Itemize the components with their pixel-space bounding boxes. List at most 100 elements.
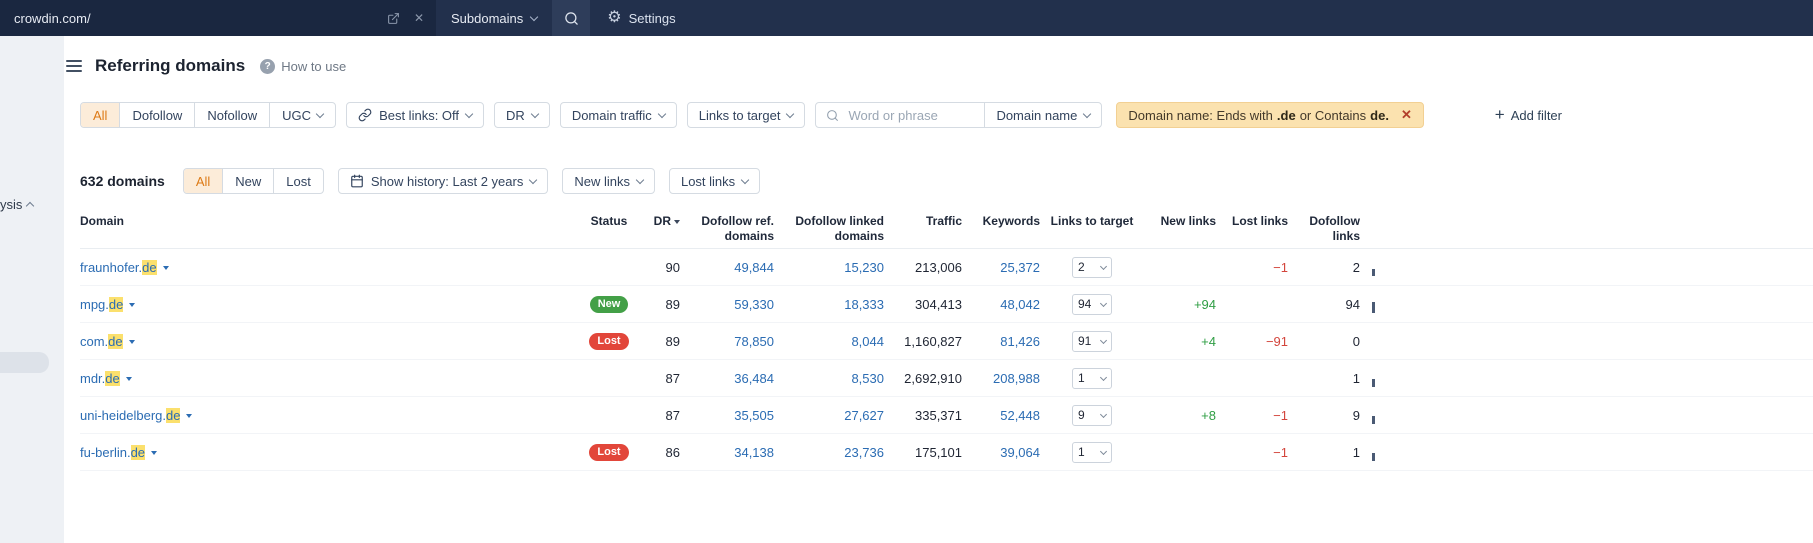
col-header-status[interactable]: Status	[580, 214, 638, 229]
domain-dropdown-caret-icon[interactable]	[128, 340, 135, 344]
history-bar	[1372, 416, 1375, 424]
dofollow-linked-domains-value[interactable]: 27,627	[774, 408, 884, 423]
status-segment-new[interactable]: New	[222, 169, 273, 193]
domain-dropdown-caret-icon[interactable]	[125, 377, 132, 381]
history-bar	[1372, 453, 1375, 461]
keywords-value[interactable]: 25,372	[962, 260, 1040, 275]
sidebar-partial-item[interactable]: ysis	[0, 197, 35, 212]
links-to-target-select[interactable]: 1	[1072, 441, 1112, 463]
show-history-button[interactable]: Show history: Last 2 years	[337, 168, 549, 194]
best-links-button[interactable]: Best links: Off	[346, 102, 485, 128]
dofollow-ref-domains-value[interactable]: 35,505	[680, 408, 774, 423]
word-search-input[interactable]	[846, 106, 975, 124]
links-to-target-select[interactable]: 9	[1072, 404, 1112, 426]
segment-ugc[interactable]: UGC	[269, 103, 335, 127]
col-header-dofollow-linked-domains[interactable]: Dofollow linked domains	[774, 214, 884, 244]
links-to-target-select[interactable]: 94	[1072, 293, 1112, 315]
keywords-value[interactable]: 39,064	[962, 445, 1040, 460]
domain-highlight: de	[142, 259, 157, 275]
domain-link[interactable]: fraunhofer.de	[80, 259, 157, 275]
dofollow-linked-domains-value[interactable]: 18,333	[774, 297, 884, 312]
new-links-dropdown[interactable]: New links	[562, 168, 655, 194]
subdomains-dropdown[interactable]: Subdomains	[436, 0, 552, 36]
chevron-down-icon	[1099, 447, 1108, 455]
domain-link[interactable]: fu-berlin.de	[80, 444, 146, 460]
keywords-value[interactable]: 81,426	[962, 334, 1040, 349]
dofollow-ref-domains-value[interactable]: 34,138	[680, 445, 774, 460]
col-header-domain[interactable]: Domain	[80, 214, 580, 229]
domain-traffic-filter-button[interactable]: Domain traffic	[559, 102, 677, 128]
referring-domains-table: Domain Status DR Dofollow ref. domains D…	[80, 214, 1813, 471]
col-header-lost-links[interactable]: Lost links	[1216, 214, 1288, 229]
segment-dofollow[interactable]: Dofollow	[119, 103, 194, 127]
domain-text: mpg.	[80, 296, 109, 312]
table-row: com.de Lost 89 78,850 8,044 1,160,827 81…	[80, 323, 1813, 360]
col-header-links-to-target[interactable]: Links to target	[1040, 214, 1144, 229]
dofollow-ref-domains-value[interactable]: 49,844	[680, 260, 774, 275]
word-search-box	[816, 103, 984, 127]
dr-value: 89	[665, 333, 680, 349]
open-external-link-icon[interactable]	[387, 12, 400, 25]
links-to-target-cell: 1	[1040, 441, 1144, 463]
search-icon	[565, 11, 578, 25]
menu-icon[interactable]	[66, 60, 82, 72]
dofollow-ref-domains-value[interactable]: 59,330	[680, 297, 774, 312]
how-to-use-button[interactable]: ? How to use	[260, 58, 346, 74]
domain-link[interactable]: com.de	[80, 333, 123, 349]
segment-ugc-label: UGC	[282, 107, 312, 123]
domain-highlight: de	[105, 370, 120, 386]
sidebar-partial-label: ysis	[0, 197, 23, 212]
dofollow-ref-domains-value[interactable]: 78,850	[680, 334, 774, 349]
link-icon	[358, 108, 372, 122]
dofollow-linked-domains-value[interactable]: 23,736	[774, 445, 884, 460]
traffic-value: 2,692,910	[904, 370, 962, 386]
table-header-row: Domain Status DR Dofollow ref. domains D…	[80, 214, 1813, 249]
col-header-new-links[interactable]: New links	[1144, 214, 1216, 229]
domain-dropdown-caret-icon[interactable]	[151, 451, 158, 455]
links-to-target-select[interactable]: 91	[1072, 330, 1112, 352]
domain-link[interactable]: mpg.de	[80, 296, 124, 312]
dofollow-linked-domains-value[interactable]: 8,044	[774, 334, 884, 349]
segment-nofollow[interactable]: Nofollow	[194, 103, 269, 127]
col-header-dofollow-ref-domains[interactable]: Dofollow ref. domains	[680, 214, 774, 244]
target-url[interactable]: crowdin.com/	[14, 11, 373, 26]
search-button[interactable]	[552, 0, 591, 36]
history-sparkline	[1360, 443, 1388, 461]
domain-dropdown-caret-icon[interactable]	[162, 266, 169, 270]
col-header-traffic[interactable]: Traffic	[884, 214, 962, 229]
target-url-field[interactable]: crowdin.com/ ✕	[0, 0, 436, 36]
dofollow-ref-domains-value[interactable]: 36,484	[680, 371, 774, 386]
active-filter-part2: or Contains	[1299, 107, 1367, 123]
clear-url-icon[interactable]: ✕	[414, 11, 424, 25]
dr-filter-button[interactable]: DR	[494, 102, 550, 128]
links-to-target-select[interactable]: 1	[1072, 367, 1112, 389]
domain-dropdown-caret-icon[interactable]	[129, 303, 136, 307]
search-scope-dropdown[interactable]: Domain name	[984, 103, 1101, 127]
settings-button[interactable]: ⚙ Settings	[607, 10, 675, 26]
sidebar-partial-button[interactable]	[0, 352, 49, 373]
status-segment-lost[interactable]: Lost	[273, 169, 323, 193]
segment-all[interactable]: All	[81, 103, 120, 127]
dr-value: 90	[665, 259, 680, 275]
dofollow-linked-domains-value[interactable]: 8,530	[774, 371, 884, 386]
links-to-target-filter-button[interactable]: Links to target	[686, 102, 806, 128]
remove-filter-icon[interactable]: ✕	[1401, 107, 1412, 123]
status-segment-all[interactable]: All	[183, 169, 223, 193]
keywords-value[interactable]: 208,988	[962, 371, 1040, 386]
traffic-value: 213,006	[915, 259, 962, 275]
search-scope-label: Domain name	[996, 107, 1078, 123]
dofollow-linked-domains-value[interactable]: 15,230	[774, 260, 884, 275]
domain-link[interactable]: mdr.de	[80, 370, 120, 386]
col-header-keywords[interactable]: Keywords	[962, 214, 1040, 229]
lost-links-dropdown[interactable]: Lost links	[668, 168, 761, 194]
chevron-down-icon	[786, 109, 795, 118]
col-header-dr[interactable]: DR	[638, 214, 680, 229]
keywords-value[interactable]: 48,042	[962, 297, 1040, 312]
keywords-value[interactable]: 52,448	[962, 408, 1040, 423]
domain-link[interactable]: uni-heidelberg.de	[80, 407, 181, 423]
col-header-dofollow-links[interactable]: Dofollow links	[1288, 214, 1360, 244]
domain-dropdown-caret-icon[interactable]	[186, 414, 193, 418]
links-to-target-cell: 91	[1040, 330, 1144, 352]
add-filter-button[interactable]: + Add filter	[1495, 106, 1562, 123]
links-to-target-select[interactable]: 2	[1072, 256, 1112, 278]
